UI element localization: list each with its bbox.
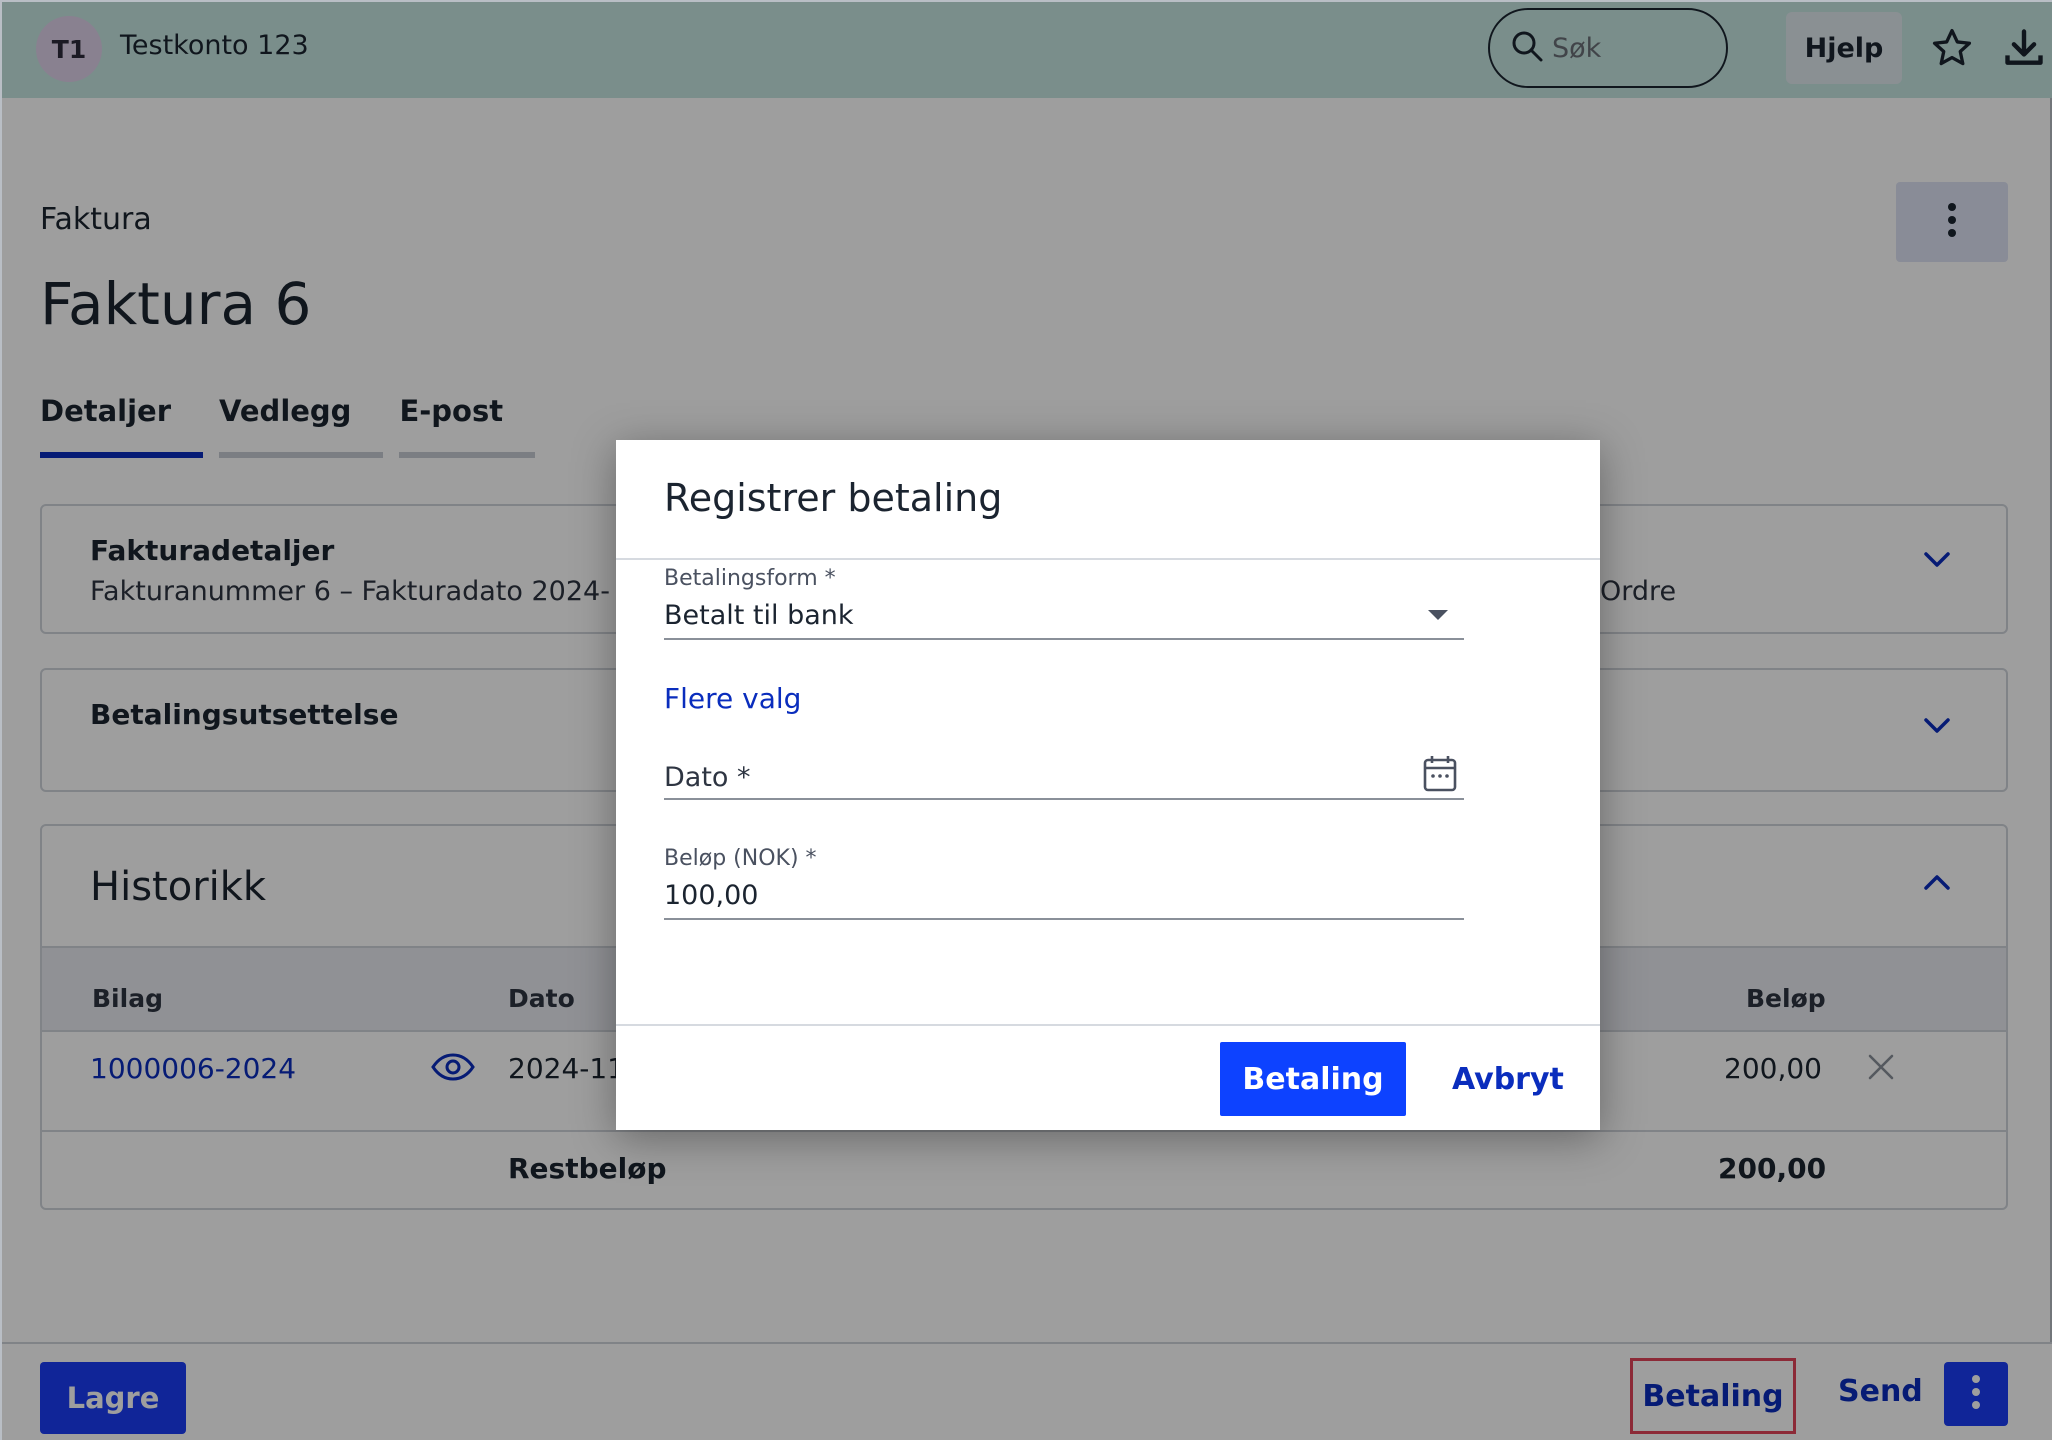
divider: [616, 1024, 1600, 1026]
app-frame: T1 Testkonto 123 Søk Hjelp Faktura Faktu…: [0, 0, 2052, 1440]
dialog-title: Registrer betaling: [664, 476, 1003, 520]
caret-down-icon: [1428, 610, 1448, 620]
field-label: Beløp (NOK) *: [664, 846, 817, 871]
cancel-button[interactable]: Avbryt: [1452, 1062, 1564, 1097]
field-label: Dato *: [664, 762, 751, 793]
field-value: Betalt til bank: [664, 600, 854, 631]
field-underline: [664, 918, 1464, 920]
field-underline: [664, 798, 1464, 800]
divider: [616, 558, 1600, 560]
calendar-icon[interactable]: [1422, 754, 1458, 798]
confirm-payment-button[interactable]: Betaling: [1220, 1042, 1406, 1116]
more-options-link[interactable]: Flere valg: [664, 682, 801, 715]
field-label: Betalingsform *: [664, 566, 836, 591]
field-underline: [664, 638, 1464, 640]
field-value: 100,00: [664, 880, 759, 911]
register-payment-dialog: Registrer betaling Betalingsform * Betal…: [616, 440, 1600, 1130]
